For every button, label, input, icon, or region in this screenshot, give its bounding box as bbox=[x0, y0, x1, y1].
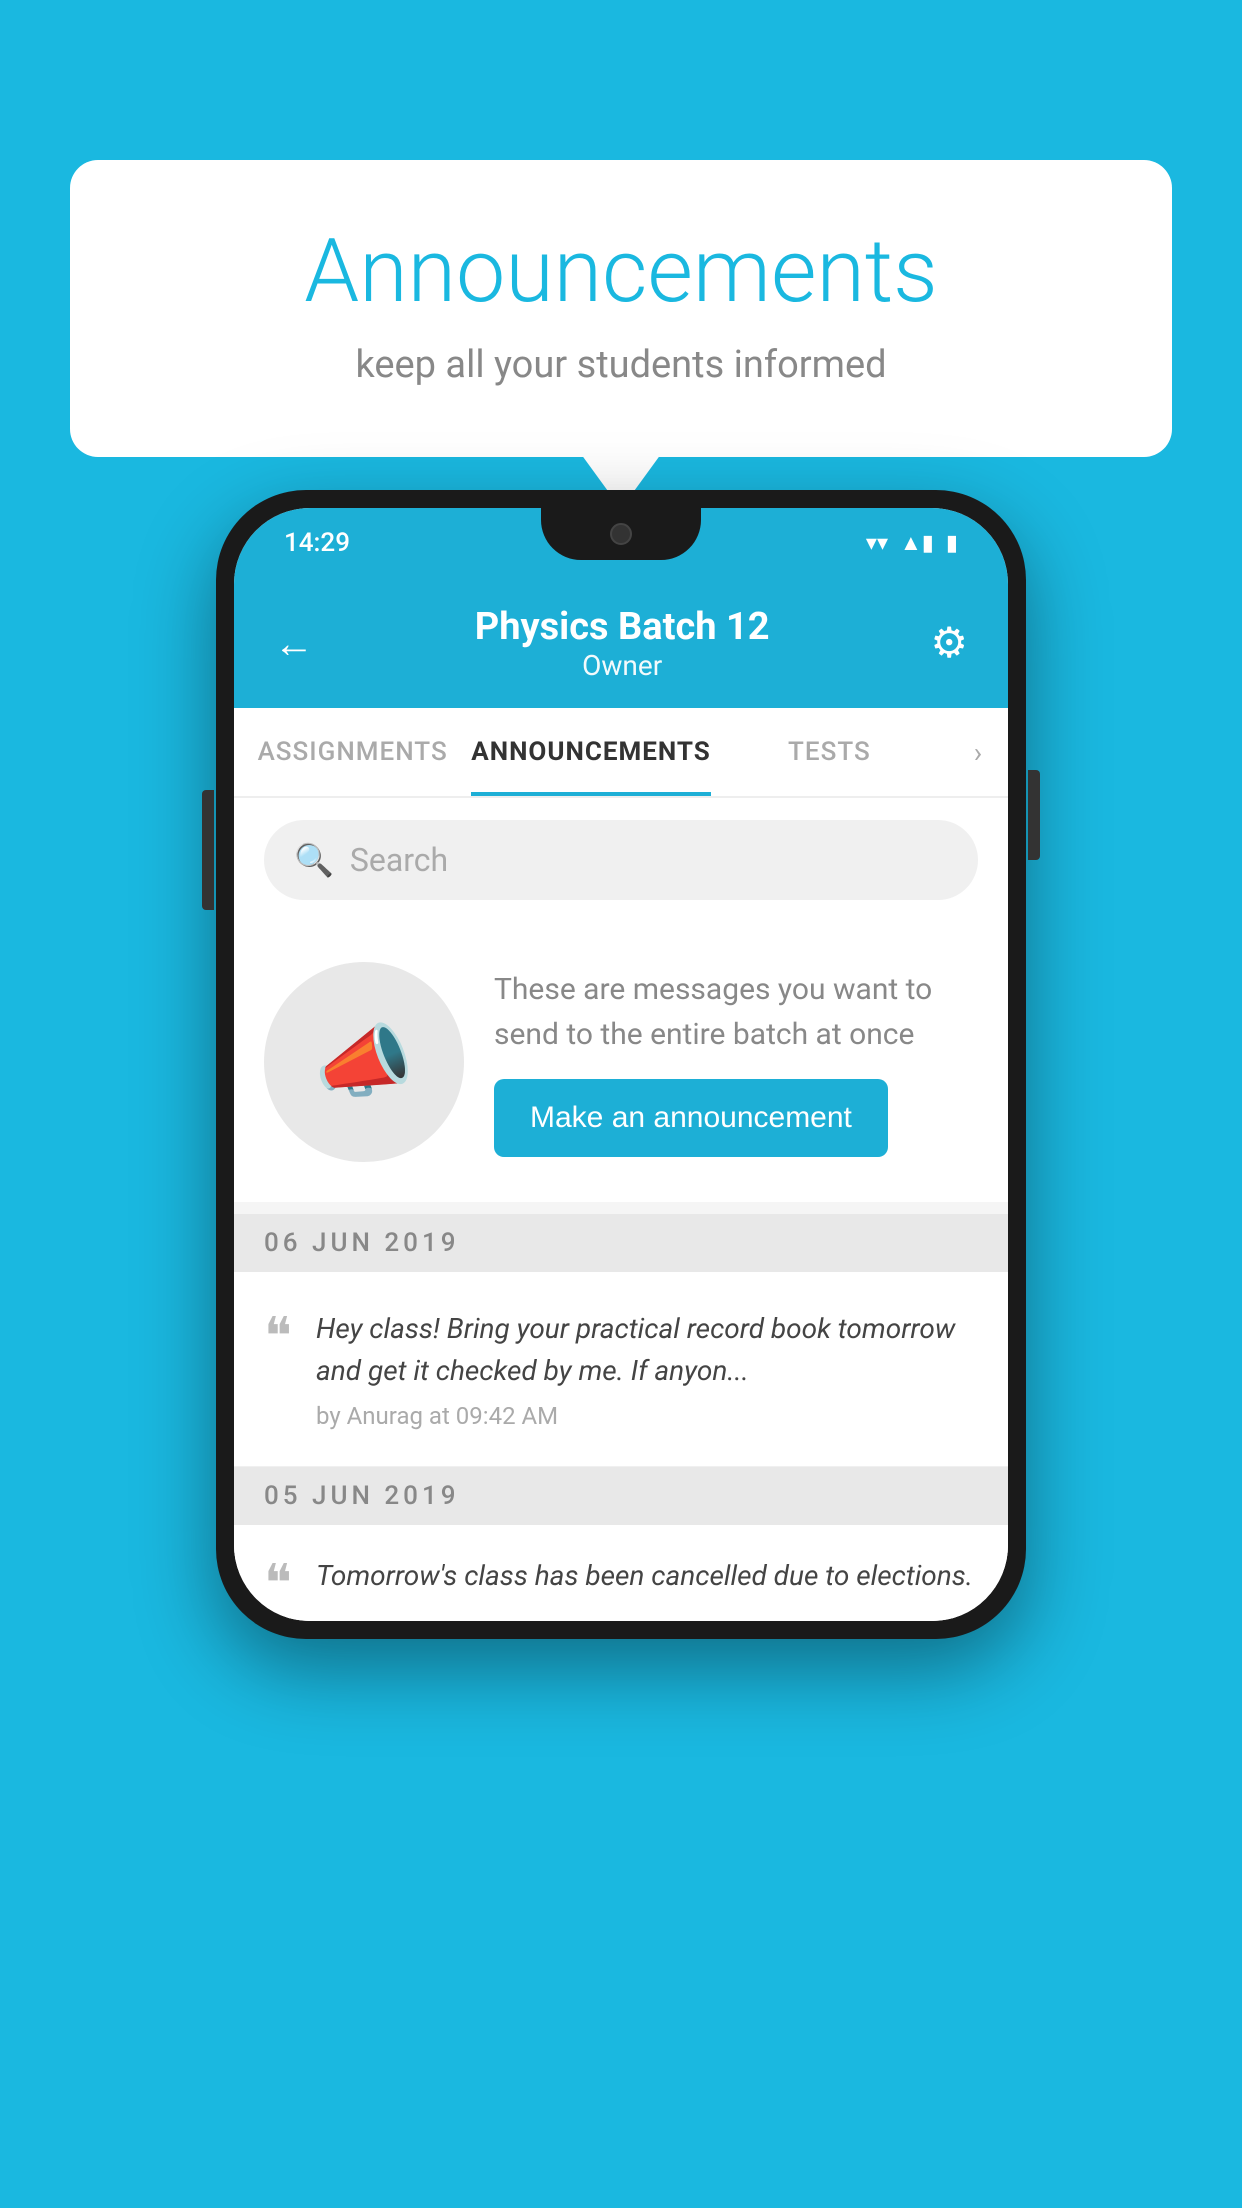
tab-tests[interactable]: TESTS bbox=[711, 708, 948, 796]
tabs-bar: ASSIGNMENTS ANNOUNCEMENTS TESTS › bbox=[234, 708, 1008, 798]
announcement-header-card: Announcements keep all your students inf… bbox=[70, 160, 1172, 457]
tab-announcements[interactable]: ANNOUNCEMENTS bbox=[471, 708, 710, 796]
battery-icon: ▮ bbox=[946, 531, 958, 556]
back-button[interactable]: ← bbox=[274, 620, 314, 667]
settings-icon[interactable]: ⚙ bbox=[930, 618, 968, 668]
main-content: 🔍 Search 📣 These are messages you want t… bbox=[234, 798, 1008, 1621]
card-title: Announcements bbox=[150, 220, 1092, 323]
app-bar-center: Physics Batch 12 Owner bbox=[475, 605, 770, 682]
tab-assignments[interactable]: ASSIGNMENTS bbox=[234, 708, 471, 796]
tabs-more[interactable]: › bbox=[948, 708, 1008, 796]
announcement-item-2[interactable]: ❝ Tomorrow's class has been cancelled du… bbox=[234, 1525, 1008, 1621]
status-bar: 14:29 ▾▾ ▲▮ ▮ bbox=[234, 508, 1008, 578]
megaphone-icon: 📣 bbox=[314, 1015, 414, 1109]
promo-section: 📣 These are messages you want to send to… bbox=[234, 922, 1008, 1202]
quote-icon-2: ❝ bbox=[264, 1559, 292, 1611]
card-subtitle: keep all your students informed bbox=[150, 343, 1092, 387]
phone-device: 14:29 ▾▾ ▲▮ ▮ ← Physics Batch 12 Owner ⚙ bbox=[216, 490, 1026, 1639]
announcement-meta-1: by Anurag at 09:42 AM bbox=[316, 1402, 978, 1430]
signal-icon: ▲▮ bbox=[900, 530, 934, 556]
phone-notch bbox=[541, 508, 701, 560]
announcement-content-2: Tomorrow's class has been cancelled due … bbox=[316, 1555, 978, 1607]
promo-icon-circle: 📣 bbox=[264, 962, 464, 1162]
make-announcement-button[interactable]: Make an announcement bbox=[494, 1079, 888, 1157]
phone-shell: 14:29 ▾▾ ▲▮ ▮ ← Physics Batch 12 Owner ⚙ bbox=[216, 490, 1026, 1639]
search-icon: 🔍 bbox=[294, 841, 334, 879]
quote-icon-1: ❝ bbox=[264, 1312, 292, 1364]
announcement-content-1: Hey class! Bring your practical record b… bbox=[316, 1308, 978, 1430]
search-container: 🔍 Search bbox=[234, 798, 1008, 922]
batch-title: Physics Batch 12 bbox=[475, 605, 770, 649]
promo-right: These are messages you want to send to t… bbox=[494, 967, 978, 1157]
date-separator-1: 06 JUN 2019 bbox=[234, 1214, 1008, 1272]
announcement-text-1: Hey class! Bring your practical record b… bbox=[316, 1308, 978, 1392]
status-icons: ▾▾ ▲▮ ▮ bbox=[866, 530, 958, 556]
date-separator-2: 05 JUN 2019 bbox=[234, 1467, 1008, 1525]
phone-screen: 14:29 ▾▾ ▲▮ ▮ ← Physics Batch 12 Owner ⚙ bbox=[234, 508, 1008, 1621]
announcement-text-2: Tomorrow's class has been cancelled due … bbox=[316, 1555, 978, 1597]
camera bbox=[610, 523, 632, 545]
promo-text: These are messages you want to send to t… bbox=[494, 967, 978, 1057]
app-bar: ← Physics Batch 12 Owner ⚙ bbox=[234, 578, 1008, 708]
wifi-icon: ▾▾ bbox=[866, 531, 888, 556]
batch-role: Owner bbox=[475, 649, 770, 682]
search-bar[interactable]: 🔍 Search bbox=[264, 820, 978, 900]
search-placeholder: Search bbox=[350, 841, 448, 879]
status-time: 14:29 bbox=[284, 528, 350, 558]
announcement-item-1[interactable]: ❝ Hey class! Bring your practical record… bbox=[234, 1272, 1008, 1467]
